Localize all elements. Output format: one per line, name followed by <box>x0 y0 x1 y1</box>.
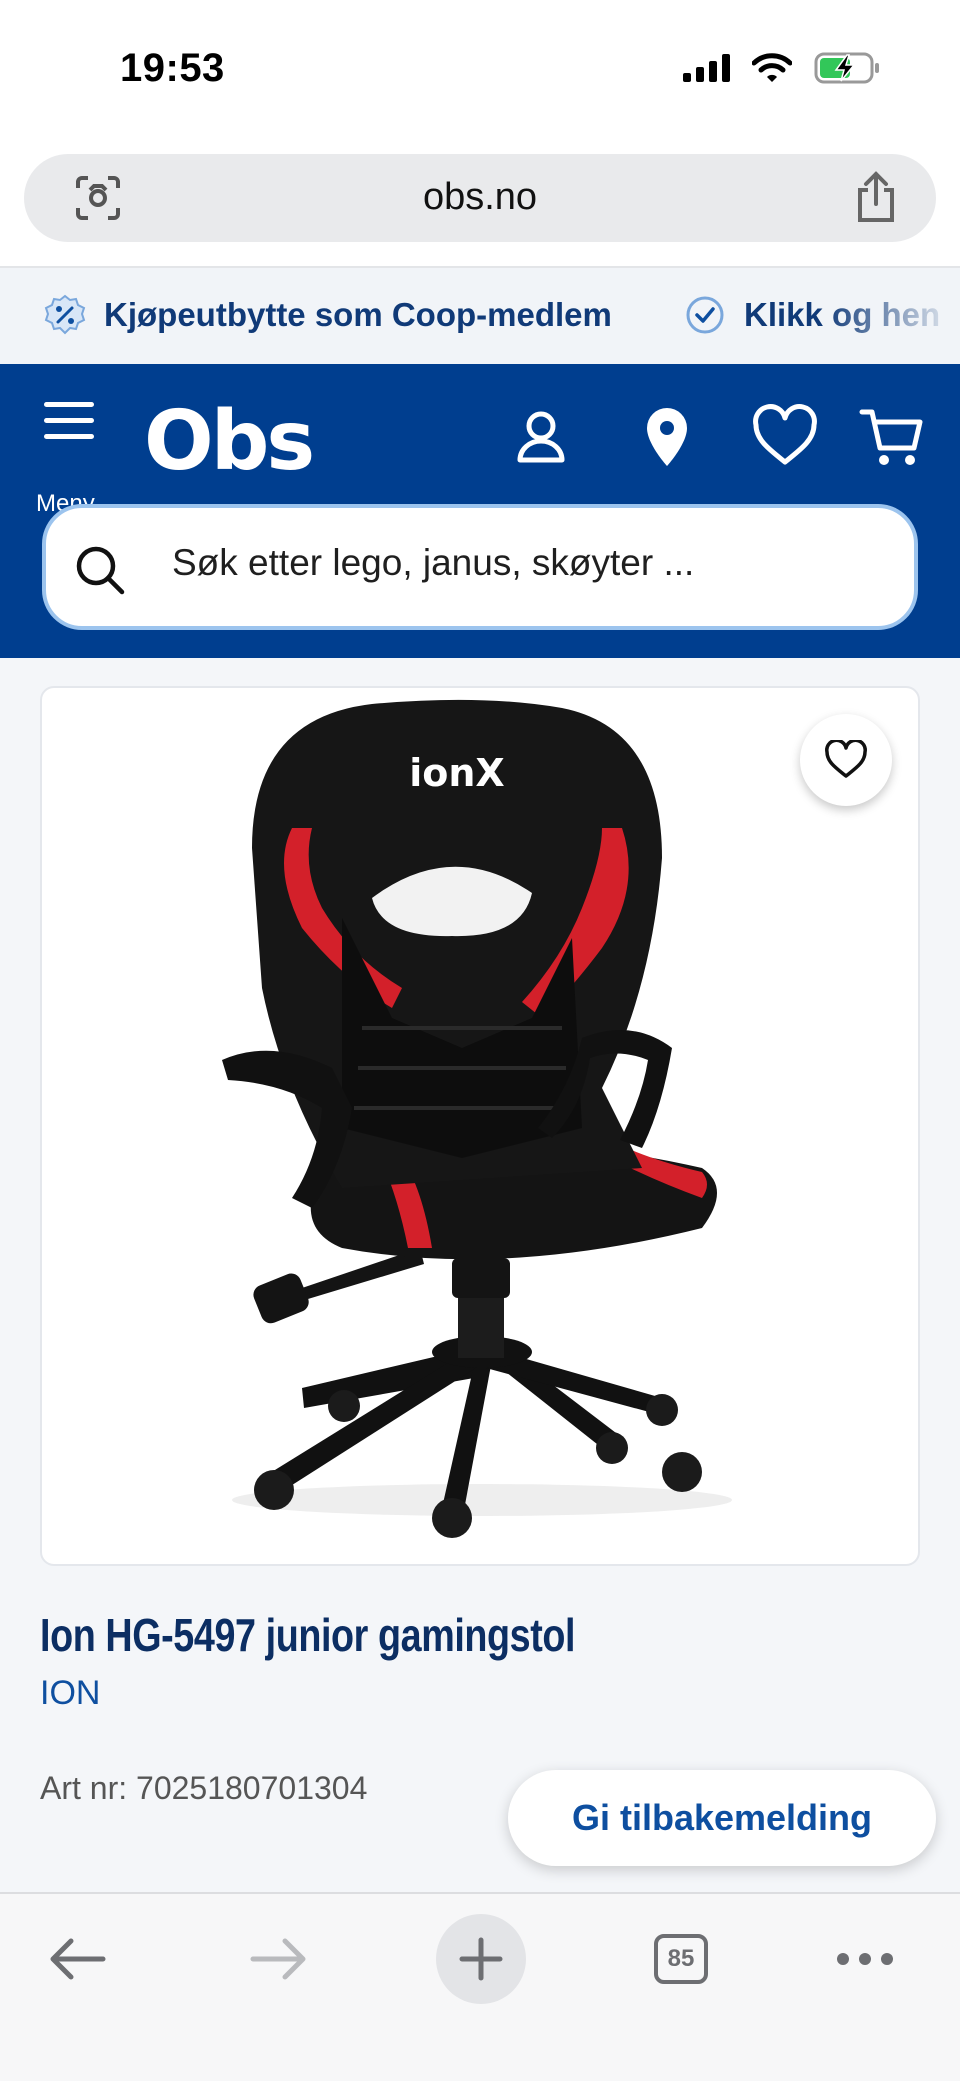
article-number: Art nr: 7025180701304 <box>40 1770 368 1806</box>
status-icons <box>683 52 880 84</box>
more-dots-icon <box>837 1953 893 1965</box>
promo-strip[interactable]: Kjøpeutbytte som Coop-medlem Klikk og he… <box>0 268 960 364</box>
heart-icon[interactable] <box>750 402 820 472</box>
cart-icon[interactable] <box>858 402 928 472</box>
product-title: Ion HG-5497 junior gamingstol <box>40 1609 576 1661</box>
battery-charging-icon <box>814 52 879 84</box>
new-tab-button[interactable] <box>436 1914 526 2004</box>
promo-item-membership[interactable]: Kjøpeutbytte som Coop-medlem <box>44 294 612 336</box>
browser-toolbar: 85 <box>0 1892 960 2081</box>
user-icon[interactable] <box>506 402 576 472</box>
location-pin-icon[interactable] <box>632 402 702 472</box>
arrow-right-icon <box>250 1938 306 1980</box>
menu-button[interactable]: Meny <box>36 402 100 517</box>
search-input[interactable] <box>172 542 892 584</box>
more-button[interactable] <box>820 1914 910 2004</box>
check-circle-icon <box>686 296 724 334</box>
chair-brand-label: ionX <box>409 751 504 795</box>
wifi-icon <box>752 53 792 82</box>
promo-label-click-collect: Klikk og hen <box>744 296 941 333</box>
plus-icon <box>459 1937 503 1981</box>
add-to-favorites-button[interactable] <box>800 714 892 806</box>
share-icon[interactable] <box>852 170 900 224</box>
search-bar[interactable] <box>42 504 918 630</box>
product-image[interactable]: ionX <box>42 688 920 1566</box>
hamburger-icon <box>40 402 100 439</box>
obs-logo[interactable]: Obs <box>144 394 315 489</box>
promo-label-membership: Kjøpeutbytte som Coop-medlem <box>104 296 612 333</box>
back-button[interactable] <box>32 1914 122 2004</box>
status-bar: 19:53 <box>0 0 960 140</box>
site-header: Meny Obs <box>0 364 960 658</box>
url-text[interactable]: obs.no <box>24 176 936 219</box>
product-brand-link[interactable]: ION <box>40 1674 100 1713</box>
url-bar[interactable]: obs.no <box>24 154 936 242</box>
heart-icon <box>825 740 867 778</box>
status-time: 19:53 <box>120 46 225 90</box>
forward-button[interactable] <box>234 1914 324 2004</box>
product-content: ionX Ion HG-5497 junior gamingstol ION A… <box>0 658 960 1892</box>
percent-badge-icon <box>44 294 86 335</box>
search-icon <box>76 546 125 595</box>
tabs-button[interactable]: 85 <box>636 1914 726 2004</box>
promo-item-click-collect[interactable]: Klikk og hen <box>684 294 940 336</box>
product-image-card[interactable]: ionX <box>40 686 920 1566</box>
feedback-button[interactable]: Gi tilbakemelding <box>508 1770 936 1866</box>
tab-count: 85 <box>654 1934 708 1984</box>
arrow-left-icon <box>50 1938 106 1980</box>
cellular-signal-icon <box>683 54 730 82</box>
